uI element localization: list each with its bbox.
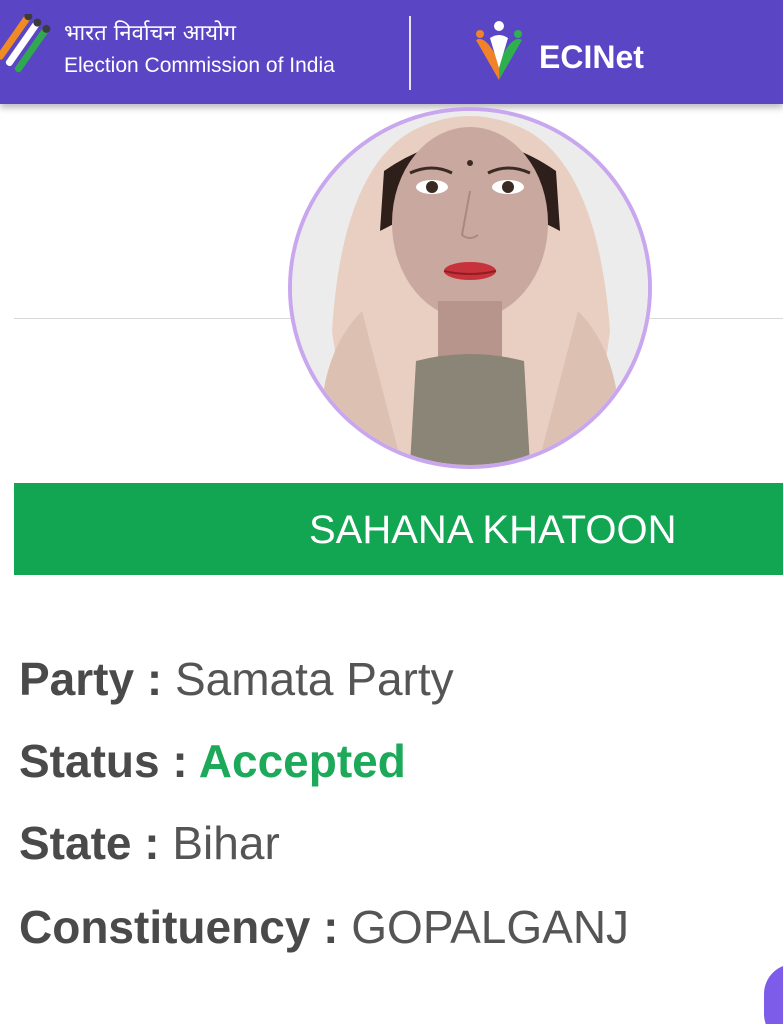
state-separator: : (131, 817, 173, 869)
floating-action-button[interactable] (764, 964, 783, 1024)
eci-english-title: Election Commission of India (64, 54, 335, 77)
status-row: Status : Accepted (19, 734, 406, 788)
candidate-photo-icon (292, 111, 648, 465)
status-label: Status (19, 735, 160, 787)
app-header: भारत निर्वाचन आयोग Election Commission o… (0, 0, 783, 104)
constituency-separator: : (310, 901, 352, 953)
constituency-row: Constituency : GOPALGANJ (19, 900, 629, 954)
candidate-name: SAHANA KHATOON (309, 508, 677, 552)
candidate-name-banner: SAHANA KHATOON (14, 483, 783, 575)
state-row: State : Bihar (19, 816, 280, 870)
status-separator: : (159, 735, 199, 787)
party-separator: : (134, 653, 175, 705)
party-row: Party : Samata Party (19, 652, 454, 706)
status-value: Accepted (198, 735, 406, 787)
state-label: State (19, 817, 132, 869)
constituency-label: Constituency (19, 901, 311, 953)
candidate-avatar (288, 107, 652, 469)
eci-hindi-title: भारत निर्वाचन आयोग (64, 21, 237, 46)
eci-title-block: भारत निर्वाचन आयोग Election Commission o… (64, 20, 335, 80)
ecinet-logo-icon (476, 21, 522, 80)
party-value: Samata Party (174, 653, 454, 705)
state-value: Bihar (172, 817, 280, 869)
ecinet-app-name: ECINet (539, 39, 644, 75)
eci-emblem-icon (0, 14, 51, 73)
candidate-profile-page: भारत निर्वाचन आयोग Election Commission o… (0, 0, 783, 1024)
constituency-value: GOPALGANJ (351, 901, 630, 953)
party-label: Party (19, 653, 135, 705)
header-divider (409, 16, 411, 90)
